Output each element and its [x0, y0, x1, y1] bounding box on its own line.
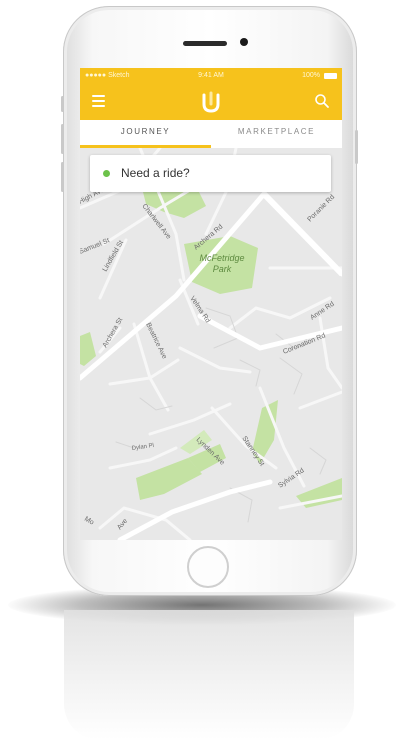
- status-bar: ●●●●● Sketch 9:41 AM 100%: [80, 68, 342, 84]
- tab-bar: JOURNEY MARKETPLACE: [80, 120, 342, 148]
- home-button[interactable]: [187, 546, 229, 588]
- mute-switch: [61, 96, 64, 112]
- app-logo-icon: [198, 89, 224, 115]
- app-header: [80, 84, 342, 120]
- status-dot-icon: [103, 170, 110, 177]
- park-name-label: McFetridge: [199, 253, 244, 263]
- phone-reflection: [64, 610, 354, 740]
- tab-journey[interactable]: JOURNEY: [80, 120, 211, 148]
- front-camera: [240, 38, 248, 46]
- map-view[interactable]: McFetridge Park High Ave Charlwell Ave A…: [80, 146, 342, 540]
- power-button: [355, 130, 358, 164]
- need-a-ride-card[interactable]: Need a ride?: [90, 155, 331, 192]
- battery-icon: [324, 73, 337, 79]
- tab-marketplace[interactable]: MARKETPLACE: [211, 120, 342, 148]
- speaker-grille: [183, 41, 227, 46]
- search-icon[interactable]: [314, 93, 330, 109]
- need-a-ride-label: Need a ride?: [121, 166, 190, 180]
- battery-percent: 100%: [302, 72, 320, 79]
- app-screen: ●●●●● Sketch 9:41 AM 100% JOURNEY MARKET…: [80, 68, 342, 540]
- menu-icon[interactable]: [92, 95, 105, 107]
- volume-down-button: [61, 162, 64, 192]
- volume-up-button: [61, 124, 64, 154]
- park-name-label: Park: [213, 264, 232, 274]
